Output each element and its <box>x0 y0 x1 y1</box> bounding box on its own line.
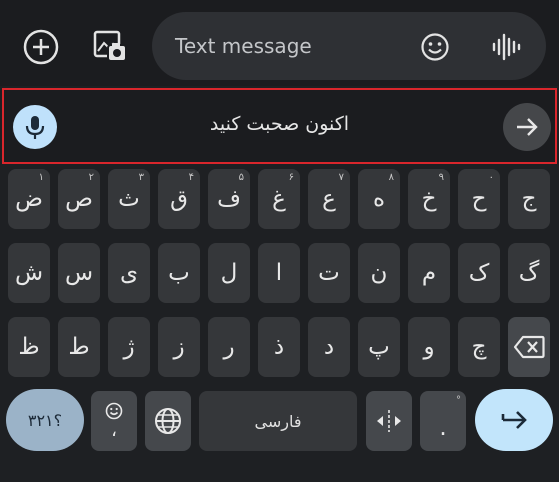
key[interactable]: ر <box>208 317 250 377</box>
backspace-icon <box>513 335 545 359</box>
voice-input-strip: اکنون صحبت کنید <box>2 88 557 164</box>
numbers-key[interactable]: ؟۳۲۱ <box>6 389 84 451</box>
message-input[interactable]: Text message <box>152 12 546 80</box>
voice-message-button[interactable] <box>490 31 522 63</box>
key[interactable]: ش <box>8 243 50 303</box>
key[interactable]: ۵ف <box>208 169 250 229</box>
emoji-comma-key[interactable]: ، <box>91 391 137 451</box>
key[interactable]: ل <box>208 243 250 303</box>
key[interactable]: ظ <box>8 317 50 377</box>
key[interactable]: ۴ق <box>158 169 200 229</box>
compose-bar: Text message <box>0 0 559 86</box>
cursor-move-key[interactable] <box>366 391 412 451</box>
key[interactable]: ۷ع <box>308 169 350 229</box>
message-placeholder: Text message <box>175 34 312 58</box>
voice-wave-icon <box>492 33 521 61</box>
key[interactable]: ت <box>308 243 350 303</box>
key[interactable]: ذ <box>258 317 300 377</box>
emoji-button[interactable] <box>420 32 450 62</box>
key[interactable]: ۲ص <box>58 169 100 229</box>
emoji-icon <box>105 402 123 420</box>
key[interactable]: گ <box>508 243 550 303</box>
globe-icon <box>155 408 181 434</box>
key[interactable]: ج <box>508 169 550 229</box>
speak-now-text: اکنون صحبت کنید <box>209 113 350 135</box>
key[interactable]: ب <box>158 243 200 303</box>
add-attachment-button[interactable] <box>19 25 63 69</box>
key[interactable]: س <box>58 243 100 303</box>
emoji-icon <box>421 33 449 61</box>
language-key[interactable] <box>145 391 191 451</box>
key[interactable]: پ <box>358 317 400 377</box>
persian-keyboard: ۱ض ۲ص ۳ث ۴ق ۵ف ۶غ ۷ع ۸ه ۹خ ۰ح ج ش س ی ب … <box>0 166 559 482</box>
key[interactable]: ۱ض <box>8 169 50 229</box>
key[interactable]: ۶غ <box>258 169 300 229</box>
enter-arrow-icon <box>501 411 527 429</box>
key[interactable]: ی <box>108 243 150 303</box>
cursor-arrows-icon <box>377 410 401 432</box>
key[interactable]: د <box>308 317 350 377</box>
arrow-right-icon <box>517 118 538 136</box>
gallery-button[interactable] <box>88 25 132 69</box>
gallery-icon <box>93 30 127 62</box>
period-key[interactable]: ° . <box>420 391 466 451</box>
punctuation-hint-icon: ° <box>456 395 461 406</box>
backspace-key[interactable] <box>508 317 550 377</box>
comma-label: ، <box>111 420 117 441</box>
key[interactable]: ط <box>58 317 100 377</box>
key[interactable]: ژ <box>108 317 150 377</box>
key[interactable]: ۰ح <box>458 169 500 229</box>
plus-circle-icon <box>23 29 59 65</box>
key[interactable]: چ <box>458 317 500 377</box>
enter-key[interactable] <box>475 389 553 451</box>
key[interactable]: ۹خ <box>408 169 450 229</box>
key[interactable]: ک <box>458 243 500 303</box>
key[interactable]: و <box>408 317 450 377</box>
key[interactable]: ۸ه <box>358 169 400 229</box>
key[interactable]: م <box>408 243 450 303</box>
key[interactable]: ز <box>158 317 200 377</box>
key[interactable]: ۳ث <box>108 169 150 229</box>
send-suggestion-button[interactable] <box>503 103 551 151</box>
space-key[interactable]: فارسی <box>199 391 357 451</box>
key[interactable]: ن <box>358 243 400 303</box>
key[interactable]: ا <box>258 243 300 303</box>
